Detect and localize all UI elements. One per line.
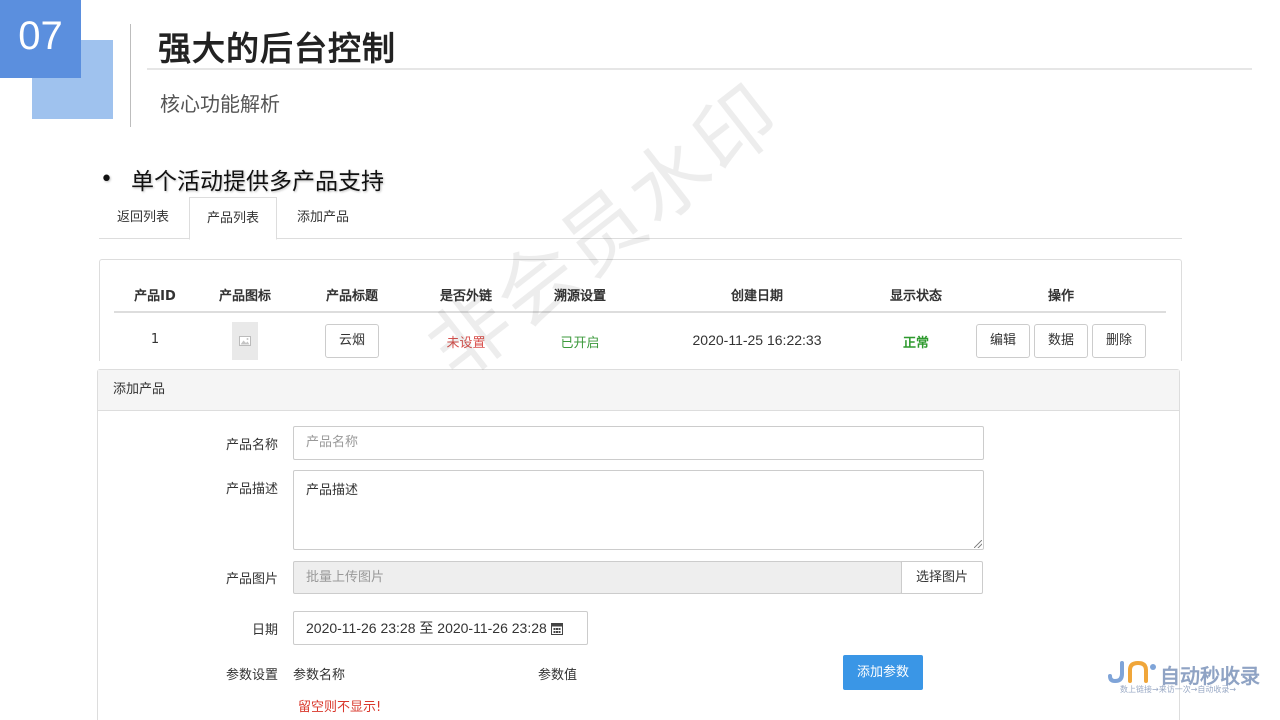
bullet-point: • 单个活动提供多产品支持 [100,162,384,196]
bullet-text: 单个活动提供多产品支持 [130,169,384,195]
image-placeholder-icon[interactable] [232,322,258,360]
calendar-icon [550,622,563,635]
image-upload-field[interactable]: 批量上传图片 [293,561,902,594]
cell-trace-setting: 已开启 [560,336,600,351]
product-desc-label: 产品描述 [225,482,278,497]
product-title-tag: 云烟 [325,324,379,358]
tab-product-list[interactable]: 产品列表 [189,197,277,240]
logo-slogan: 数上链接→来访一次→自动收录→ [1120,685,1237,694]
choose-image-button[interactable]: 选择图片 [901,561,983,594]
product-image-label: 产品图片 [225,572,278,587]
slide-number-badge: 07 [0,0,81,78]
column-header-external-link: 是否外链 [439,289,493,304]
bullet-dot-icon: • [100,166,113,192]
tab-bar: 返回列表 产品列表 添加产品 [99,197,1182,240]
tab-add-product[interactable]: 添加产品 [279,197,367,239]
edit-button[interactable]: 编辑 [976,324,1030,358]
cell-external-link: 未设置 [446,336,486,351]
param-name-label: 参数名称 [293,668,346,683]
column-header-id: 产品ID [134,289,176,304]
product-name-label: 产品名称 [225,438,278,453]
header-divider-vertical [130,24,131,127]
cell-product-id: 1 [150,332,160,347]
product-desc-text: 产品描述 [306,483,359,498]
cell-created-date: 2020-11-25 16:22:33 [692,332,822,348]
column-header-status: 显示状态 [889,289,943,304]
param-settings-label: 参数设置 [225,668,278,683]
brand-logo: 自动秒收录 数上链接→来访一次→自动收录→ [1108,660,1268,700]
product-desc-textarea[interactable]: 产品描述 [293,470,984,550]
logo-mark-icon [1108,660,1156,684]
resize-grip-icon[interactable] [974,540,982,548]
data-button[interactable]: 数据 [1034,324,1088,358]
date-range-value: 2020-11-26 23:28 至 2020-11-26 23:28 [306,620,547,636]
add-param-button[interactable]: 添加参数 [843,655,923,690]
delete-button[interactable]: 删除 [1092,324,1146,358]
slide-title: 强大的后台控制 [158,29,396,68]
product-name-input[interactable]: 产品名称 [293,426,984,460]
add-product-heading: 添加产品 [98,370,1179,411]
tab-back-to-list[interactable]: 返回列表 [99,197,187,239]
empty-hint-text: 留空则不显示! [298,700,382,715]
column-header-icon: 产品图标 [218,289,272,304]
column-header-title: 产品标题 [325,289,379,304]
column-header-created: 创建日期 [730,289,784,304]
table-header-divider [114,311,1166,313]
param-value-label: 参数值 [538,668,578,683]
column-header-actions: 操作 [1047,289,1075,304]
status-badge: 正常 [902,336,930,351]
column-header-trace: 溯源设置 [553,289,607,304]
header-divider-horizontal [147,68,1252,70]
date-label: 日期 [251,623,278,638]
date-range-input[interactable]: 2020-11-26 23:28 至 2020-11-26 23:28 [293,611,588,645]
slide-subtitle: 核心功能解析 [160,92,280,116]
